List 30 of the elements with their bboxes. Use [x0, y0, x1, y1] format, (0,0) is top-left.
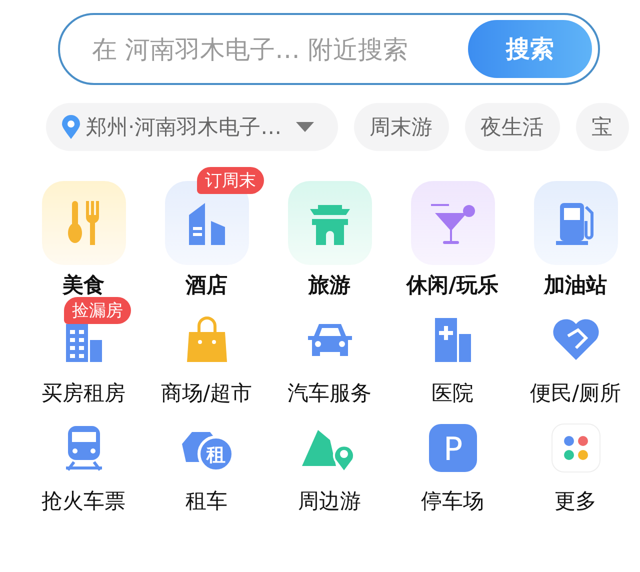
category-label[interactable]: 医院 — [432, 379, 474, 407]
category-tile[interactable] — [534, 181, 618, 265]
category-label[interactable]: 休闲/玩乐 — [406, 271, 498, 299]
category-label[interactable]: 旅游 — [308, 271, 350, 299]
category-label[interactable]: 汽车服务 — [288, 379, 372, 407]
location-text: 郑州·河南羽木电子… — [86, 114, 282, 141]
location-chip[interactable]: 郑州·河南羽木电子… — [46, 103, 338, 151]
parking-icon: P — [428, 424, 476, 472]
category-label[interactable]: 商场/超市 — [160, 379, 252, 407]
category-tile[interactable] — [288, 181, 372, 265]
category-label[interactable]: 美食 — [62, 271, 104, 299]
tag-chip[interactable]: 周末游 — [354, 103, 449, 151]
category-label[interactable]: 买房租房 — [42, 379, 126, 407]
tag-chip[interactable]: 夜生活 — [464, 103, 560, 151]
category-label[interactable]: 酒店 — [186, 271, 228, 299]
category-label[interactable]: 租车 — [186, 487, 228, 515]
promo-badge: 订周末 — [197, 167, 264, 194]
category-label[interactable]: 加油站 — [544, 271, 607, 299]
dropdown-caret-icon — [296, 122, 314, 132]
category-label[interactable]: 抢火车票 — [42, 487, 126, 515]
more-dots-icon — [550, 423, 600, 473]
promo-badge: 捡漏房 — [64, 297, 131, 324]
category-label[interactable]: 停车场 — [421, 487, 484, 515]
category-label[interactable]: 便民/厕所 — [530, 379, 622, 407]
tag-chip[interactable]: 宝 — [576, 103, 629, 151]
location-pin-icon — [62, 115, 80, 139]
category-label[interactable]: 更多 — [554, 487, 596, 515]
category-tile[interactable] — [42, 181, 126, 265]
category-label[interactable]: 周边游 — [298, 487, 361, 515]
category-tile[interactable] — [410, 181, 494, 265]
